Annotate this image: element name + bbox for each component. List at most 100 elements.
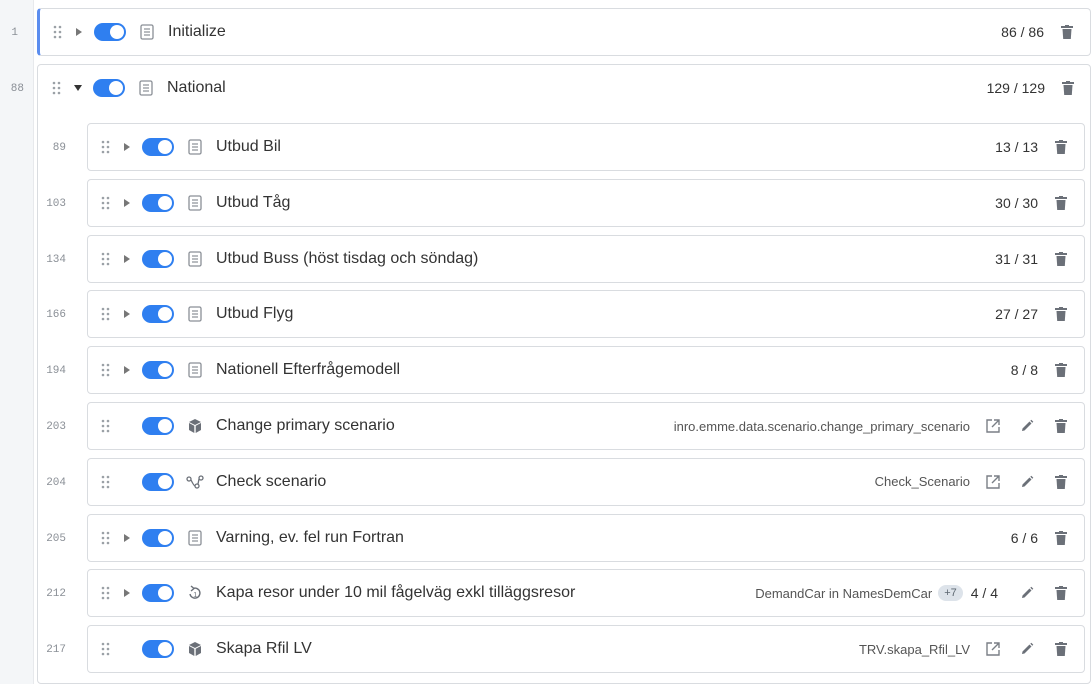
step-count: 6 / 6	[1010, 529, 1038, 546]
caret-right-icon[interactable]	[120, 533, 134, 543]
caret-right-icon[interactable]	[120, 588, 134, 598]
step-row[interactable]: Utbud Tåg 30 / 30	[87, 178, 1085, 227]
drag-handle-icon[interactable]	[98, 196, 114, 210]
caret-right-icon[interactable]	[120, 254, 134, 264]
trash-icon[interactable]	[1052, 305, 1070, 323]
caret-down-icon[interactable]	[71, 84, 85, 92]
step-label: Varning, ev. fel run Fortran	[216, 528, 404, 546]
step-detail: TRV.skapa_Rfil_LV	[858, 641, 970, 657]
enable-toggle[interactable]	[142, 472, 174, 491]
step-row[interactable]: Varning, ev. fel run Fortran 6 / 6	[87, 513, 1085, 562]
caret-right-icon[interactable]	[120, 365, 134, 375]
edit-pencil-icon[interactable]	[1018, 640, 1036, 658]
trash-icon[interactable]	[1052, 473, 1070, 491]
caret-right-icon[interactable]	[120, 309, 134, 319]
enable-toggle[interactable]	[142, 249, 174, 268]
line-number: 88	[10, 83, 24, 95]
step-row[interactable]: Nationell Efterfrågemodell 8 / 8	[87, 346, 1085, 395]
step-count: 129 / 129	[986, 80, 1045, 96]
caret-right-icon[interactable]	[120, 198, 134, 208]
step-count: 13 / 13	[995, 139, 1038, 155]
step-row[interactable]: 1 Kapa resor under 10 mil fågelväg exkl t…	[87, 569, 1085, 618]
edit-pencil-icon[interactable]	[1018, 584, 1036, 602]
step-row-national[interactable]: National 129 / 129	[37, 64, 1091, 112]
step-row[interactable]: Skapa Rfil LV TRV.skapa_Rfil_LV	[87, 625, 1085, 674]
step-label: Utbud Tåg	[216, 193, 291, 211]
enable-toggle[interactable]	[93, 79, 125, 97]
cube-icon	[186, 417, 204, 435]
trash-icon[interactable]	[1052, 194, 1070, 212]
drag-handle-icon[interactable]	[98, 140, 114, 154]
step-label: Utbud Buss (höst tisdag och söndag)	[216, 249, 479, 267]
enable-toggle[interactable]	[142, 528, 174, 547]
drag-handle-icon[interactable]	[98, 475, 114, 489]
trash-icon[interactable]	[1052, 250, 1070, 268]
trash-icon[interactable]	[1058, 23, 1076, 41]
drag-handle-icon[interactable]	[98, 642, 114, 656]
caret-right-icon[interactable]	[120, 142, 134, 152]
drag-handle-icon[interactable]	[98, 586, 114, 600]
trash-icon[interactable]	[1052, 640, 1070, 658]
drag-handle-icon[interactable]	[98, 419, 114, 433]
enable-toggle[interactable]	[142, 361, 174, 380]
edit-pencil-icon[interactable]	[1018, 417, 1036, 435]
line-number: 217	[46, 644, 66, 657]
step-row[interactable]: Utbud Bil 13 / 13	[87, 123, 1085, 171]
caret-right-icon[interactable]	[72, 27, 86, 37]
edit-pencil-icon[interactable]	[1018, 473, 1036, 491]
open-external-icon[interactable]	[984, 417, 1002, 435]
open-external-icon[interactable]	[984, 473, 1002, 491]
step-label: Nationell Efterfrågemodell	[216, 361, 401, 379]
drag-handle-icon[interactable]	[49, 81, 65, 95]
step-detail: Check_Scenario	[874, 474, 970, 490]
connector-icon	[186, 473, 204, 491]
drag-handle-icon[interactable]	[98, 307, 114, 321]
drag-handle-icon[interactable]	[98, 531, 114, 545]
open-external-icon[interactable]	[984, 640, 1002, 658]
line-number: 89	[52, 142, 66, 154]
step-row[interactable]: Check scenario Check_Scenario	[87, 457, 1085, 506]
doc-icon	[186, 194, 204, 212]
step-count: 86 / 86	[1001, 24, 1044, 40]
enable-toggle[interactable]	[142, 640, 174, 659]
cube-icon	[186, 640, 204, 658]
trash-icon[interactable]	[1059, 79, 1077, 97]
line-number: 204	[46, 476, 66, 489]
enable-toggle[interactable]	[142, 584, 174, 603]
trash-icon[interactable]	[1052, 529, 1070, 547]
step-row-initialize[interactable]: Initialize 86 / 86	[37, 8, 1091, 56]
trash-icon[interactable]	[1052, 417, 1070, 435]
more-badge[interactable]: +7	[938, 585, 963, 602]
step-label: Skapa Rfil LV	[216, 640, 312, 658]
doc-icon	[137, 79, 155, 97]
trash-icon[interactable]	[1052, 584, 1070, 602]
step-label: Change primary scenario	[216, 417, 395, 434]
step-label: Utbud Bil	[216, 138, 281, 155]
enable-toggle[interactable]	[142, 138, 174, 156]
enable-toggle[interactable]	[142, 193, 174, 212]
enable-toggle[interactable]	[94, 23, 126, 41]
line-number: 103	[46, 197, 66, 210]
step-row[interactable]: Utbud Buss (höst tisdag och söndag) 31 / …	[87, 234, 1085, 283]
loop-icon: 1	[186, 584, 204, 602]
step-row[interactable]: Change primary scenario inro.emme.data.sc…	[87, 402, 1085, 450]
step-count: 8 / 8	[1010, 362, 1038, 379]
step-label: Initialize	[168, 23, 226, 40]
step-count: 4 / 4	[970, 585, 998, 602]
drag-handle-icon[interactable]	[98, 252, 114, 266]
line-number: 212	[46, 588, 66, 601]
step-label: National	[167, 79, 226, 96]
line-number: 203	[46, 421, 66, 433]
doc-icon	[186, 305, 204, 323]
step-count: 27 / 27	[995, 306, 1038, 323]
enable-toggle[interactable]	[142, 417, 174, 435]
step-detail: inro.emme.data.scenario.change_primary_s…	[673, 418, 970, 434]
enable-toggle[interactable]	[142, 305, 174, 324]
trash-icon[interactable]	[1052, 138, 1070, 156]
drag-handle-icon[interactable]	[50, 25, 66, 39]
trash-icon[interactable]	[1052, 361, 1070, 379]
line-number: 194	[46, 365, 66, 378]
drag-handle-icon[interactable]	[98, 363, 114, 377]
step-row[interactable]: Utbud Flyg 27 / 27	[87, 290, 1085, 339]
svg-text:1: 1	[193, 592, 197, 599]
